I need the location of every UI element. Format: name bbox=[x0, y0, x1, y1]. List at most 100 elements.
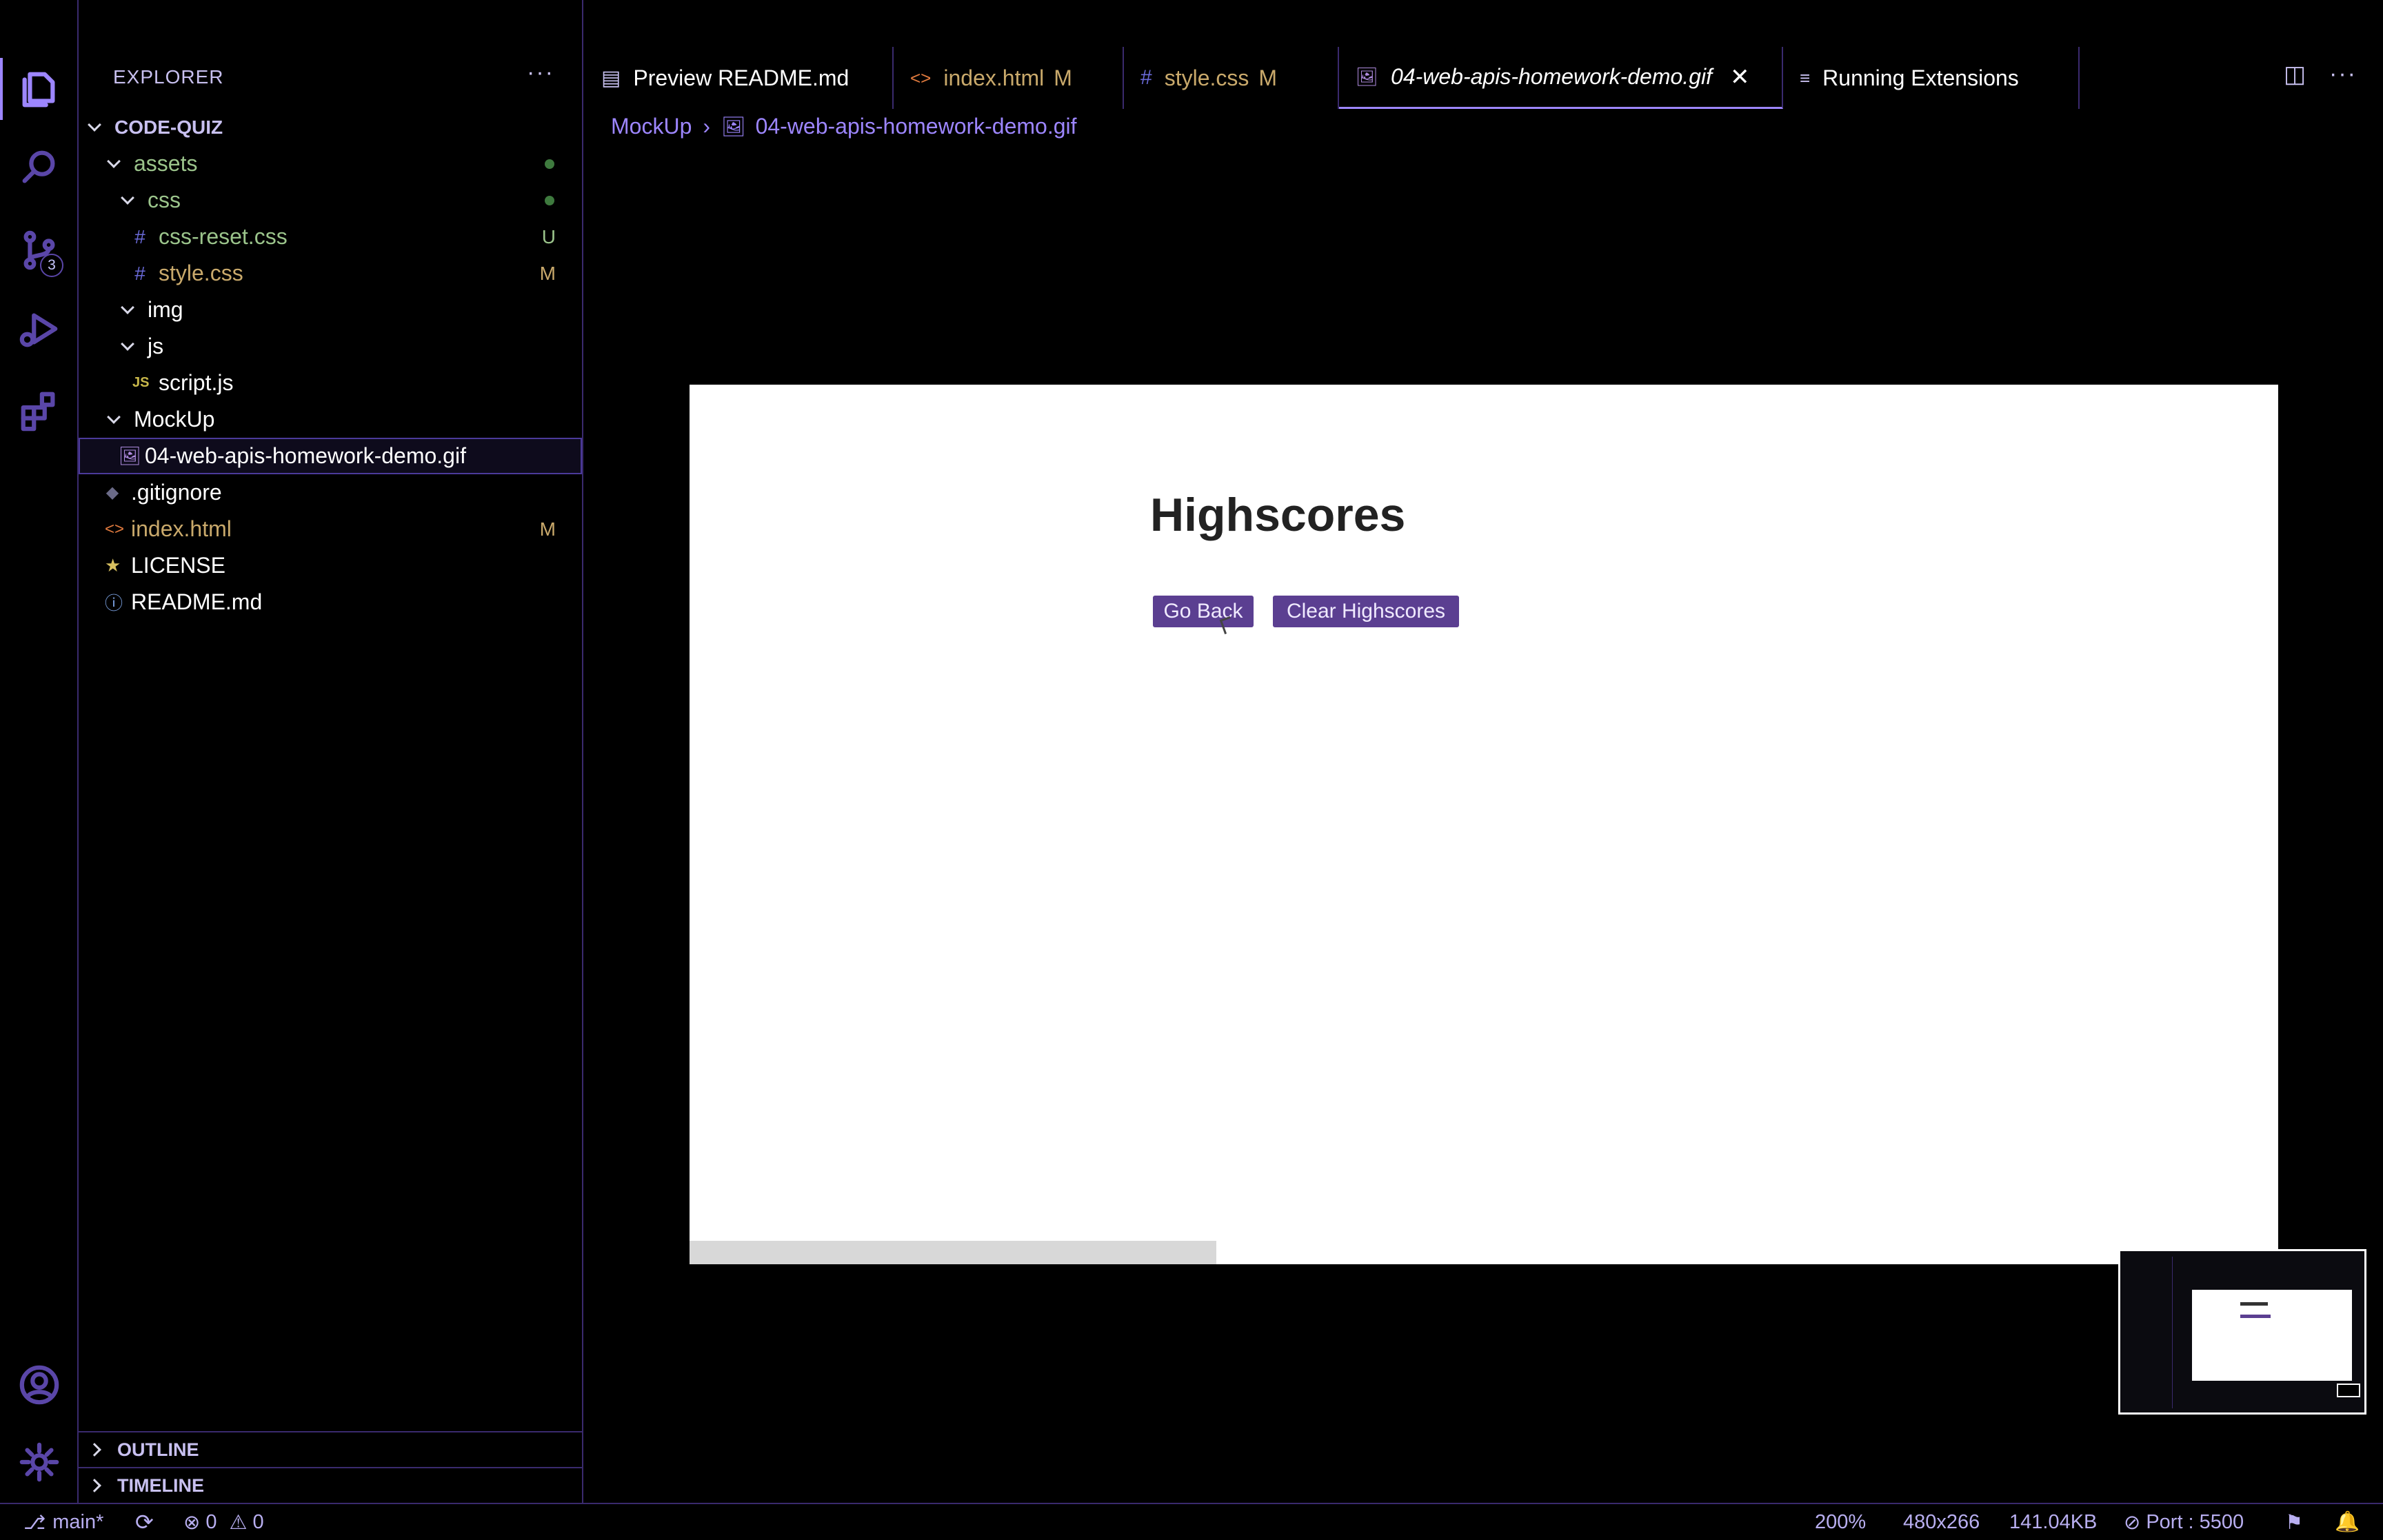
tree-item-index-html[interactable]: <> index.html M bbox=[79, 511, 582, 547]
tab-label: 04-web-apis-homework-demo.gif bbox=[1391, 64, 1712, 89]
source-control-icon[interactable]: 3 bbox=[0, 212, 79, 288]
tree-item-mockup[interactable]: MockUp bbox=[79, 401, 582, 438]
tree-item-label: 04-web-apis-homework-demo.gif bbox=[145, 443, 466, 468]
run-debug-icon[interactable] bbox=[0, 291, 79, 367]
tree-item-license[interactable]: ★ LICENSE bbox=[79, 547, 582, 584]
tab-label: Running Extensions bbox=[1822, 65, 2019, 90]
warning-count: 0 bbox=[252, 1510, 264, 1533]
extensions-icon[interactable] bbox=[0, 372, 79, 448]
js-file-icon: JS bbox=[132, 375, 150, 390]
chevron-down-icon bbox=[121, 300, 134, 314]
explorer-sidebar: EXPLORER ··· CODE-QUIZ assets css # css-… bbox=[79, 0, 583, 1503]
more-actions-icon[interactable]: ··· bbox=[527, 59, 554, 86]
preview-icon: ▤ bbox=[601, 66, 621, 90]
tree-item-readme[interactable]: ⓘ README.md bbox=[79, 584, 582, 620]
tree-item-css[interactable]: css bbox=[79, 182, 582, 219]
timeline-label: TIMELINE bbox=[117, 1475, 204, 1496]
tab-label: Preview README.md bbox=[633, 65, 849, 90]
root-label: CODE-QUIZ bbox=[114, 116, 223, 138]
gif-preview[interactable]: Highscores Go Back Clear Highscores bbox=[690, 385, 2278, 1264]
css-file-icon: # bbox=[1140, 66, 1152, 89]
timeline-section[interactable]: TIMELINE bbox=[79, 1467, 582, 1503]
status-bar: ⎇ main* ⟳ ⊗ 0 ⚠ 0 200% 480x266 141.04KB … bbox=[0, 1503, 2383, 1540]
split-editor-icon[interactable]: ◫ bbox=[2284, 61, 2306, 88]
modified-indicator: M bbox=[1258, 65, 1278, 90]
thumbnail-page bbox=[2192, 1290, 2352, 1381]
tree-item-gitignore[interactable]: ◆ .gitignore bbox=[79, 474, 582, 511]
zoom-level[interactable]: 200% bbox=[1815, 1504, 1866, 1540]
chevron-down-icon bbox=[107, 409, 121, 424]
tree-item-script-js[interactable]: JS script.js bbox=[79, 365, 582, 401]
port-label: Port : 5500 bbox=[2146, 1510, 2244, 1533]
tree-root-code-quiz[interactable]: CODE-QUIZ bbox=[79, 109, 582, 145]
modified-decoration: M bbox=[539, 262, 556, 284]
branch-label: main* bbox=[52, 1510, 104, 1533]
html-file-icon: <> bbox=[910, 67, 932, 88]
image-file-icon: 🖼 bbox=[1356, 66, 1379, 87]
explorer-title: EXPLORER bbox=[113, 66, 224, 88]
chevron-right-icon bbox=[88, 1443, 101, 1457]
close-tab-icon[interactable]: ✕ bbox=[1730, 63, 1750, 91]
breadcrumb-folder[interactable]: MockUp bbox=[611, 114, 692, 139]
git-status-dot bbox=[545, 195, 554, 205]
image-file-icon: 🖼 bbox=[721, 115, 746, 137]
tree-item-js[interactable]: js bbox=[79, 328, 582, 365]
settings-gear-icon[interactable] bbox=[0, 1424, 79, 1500]
tree-item-demo-gif[interactable]: 🖼 04-web-apis-homework-demo.gif bbox=[79, 438, 582, 474]
tree-item-label: MockUp bbox=[134, 407, 215, 432]
chevron-down-icon bbox=[88, 117, 101, 132]
list-icon: ≡ bbox=[1800, 67, 1811, 88]
tree-item-label: style.css bbox=[159, 261, 243, 285]
tree-item-assets[interactable]: assets bbox=[79, 145, 582, 182]
preview-thumbnail[interactable] bbox=[2118, 1249, 2366, 1415]
chevron-down-icon bbox=[107, 154, 121, 168]
problems-indicator[interactable]: ⊗ 0 ⚠ 0 bbox=[183, 1504, 264, 1540]
tree-item-label: LICENSE bbox=[131, 553, 225, 578]
git-branch[interactable]: ⎇ main* bbox=[23, 1504, 103, 1540]
explorer-icon[interactable] bbox=[0, 51, 79, 127]
git-diamond-icon: ◆ bbox=[105, 483, 119, 502]
notifications-bell-icon[interactable]: 🔔 bbox=[2335, 1504, 2360, 1540]
editor-tab-bar: ▤ Preview README.md <> index.html M # st… bbox=[585, 0, 2383, 109]
tree-item-img[interactable]: img bbox=[79, 292, 582, 328]
tab-label: style.css bbox=[1164, 65, 1249, 90]
info-file-icon: ⓘ bbox=[105, 593, 123, 614]
highscores-title: Highscores bbox=[1150, 489, 1406, 541]
tab-label: index.html bbox=[943, 65, 1045, 90]
css-file-icon: # bbox=[134, 225, 145, 247]
thumbnail-toggle-icon bbox=[2337, 1384, 2360, 1397]
tab-running-extensions[interactable]: ≡ Running Extensions bbox=[1783, 47, 2080, 109]
search-icon[interactable] bbox=[0, 130, 79, 205]
no-sign-icon: ⊘ bbox=[2124, 1511, 2141, 1534]
error-count: 0 bbox=[205, 1510, 217, 1533]
tab-preview-readme[interactable]: ▤ Preview README.md bbox=[585, 47, 894, 109]
tab-index-html[interactable]: <> index.html M bbox=[894, 47, 1124, 109]
chevron-right-icon bbox=[88, 1479, 101, 1492]
image-size: 141.04KB bbox=[2009, 1510, 2098, 1533]
tree-item-css-reset[interactable]: # css-reset.css U bbox=[79, 219, 582, 255]
feedback-icon[interactable]: ⚑ bbox=[2285, 1504, 2303, 1540]
modified-indicator: M bbox=[1054, 65, 1072, 90]
editor-more-icon[interactable]: ··· bbox=[2329, 61, 2357, 88]
html-file-icon: <> bbox=[105, 519, 125, 538]
sync-icon[interactable]: ⟳ bbox=[135, 1504, 154, 1540]
tab-demo-gif[interactable]: 🖼 04-web-apis-homework-demo.gif ✕ bbox=[1339, 47, 1783, 109]
tab-style-css[interactable]: # style.css M bbox=[1124, 47, 1339, 109]
outline-section[interactable]: OUTLINE bbox=[79, 1431, 582, 1467]
tree-item-label: css-reset.css bbox=[159, 224, 288, 249]
breadcrumb-file[interactable]: 04-web-apis-homework-demo.gif bbox=[756, 114, 1077, 139]
thumbnail-sidebar bbox=[2124, 1257, 2173, 1408]
tree-item-style-css[interactable]: # style.css M bbox=[79, 255, 582, 292]
tree-item-label: index.html bbox=[131, 516, 232, 541]
browser-status-url bbox=[690, 1241, 1216, 1264]
css-file-icon: # bbox=[134, 262, 145, 284]
image-dimensions: 480x266 bbox=[1903, 1510, 1980, 1533]
warning-icon: ⚠ bbox=[229, 1511, 248, 1534]
chevron-down-icon bbox=[121, 336, 134, 351]
source-control-badge: 3 bbox=[40, 254, 63, 277]
live-server-port[interactable]: ⊘ Port : 5500 bbox=[2124, 1504, 2244, 1540]
account-icon[interactable] bbox=[0, 1347, 79, 1423]
error-icon: ⊗ bbox=[183, 1511, 201, 1534]
git-status-dot bbox=[545, 159, 554, 169]
image-file-icon: 🖼 bbox=[119, 445, 142, 466]
